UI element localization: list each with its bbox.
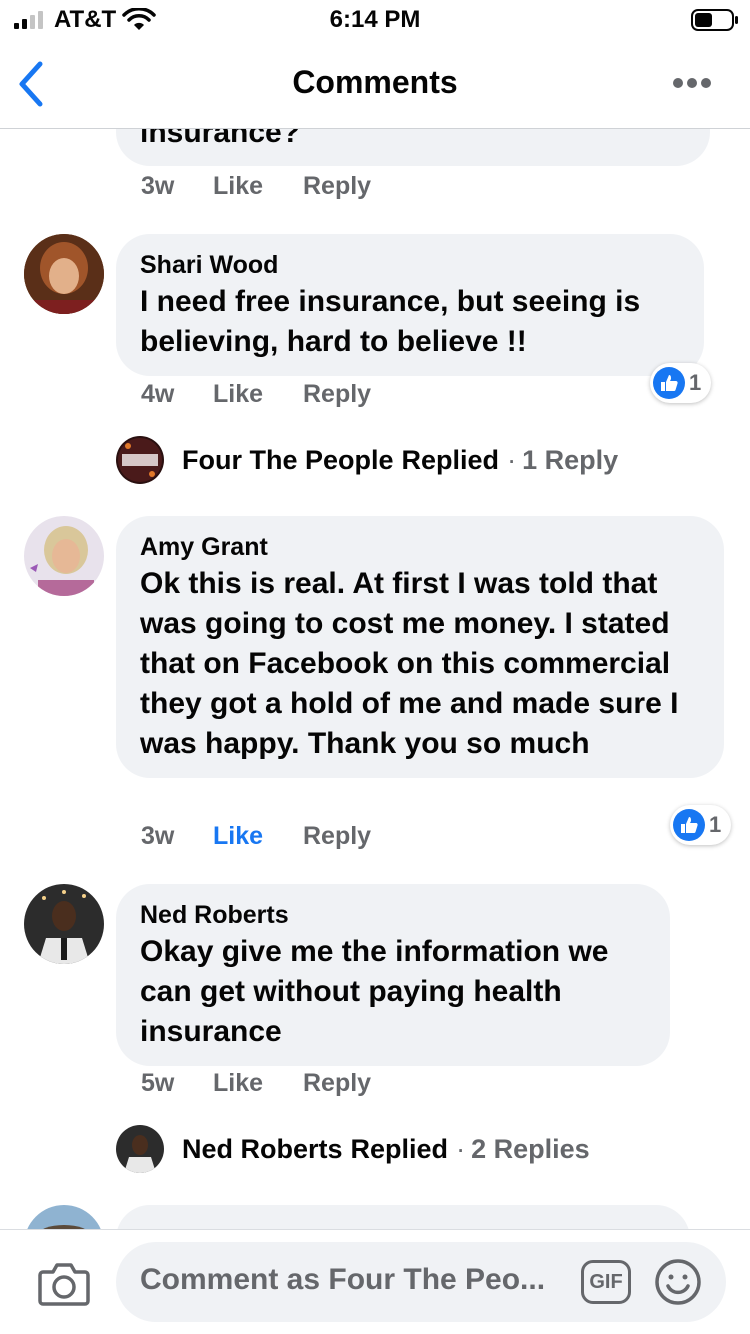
comment-actions: 3w Like Reply: [141, 172, 441, 204]
like-reaction-icon: [673, 809, 705, 841]
battery-icon: [691, 9, 738, 31]
more-options-icon[interactable]: [672, 76, 712, 90]
avatar[interactable]: [24, 234, 104, 314]
status-time: 6:14 PM: [329, 6, 421, 33]
page-avatar: [116, 436, 164, 484]
page-title: Comments: [292, 64, 458, 100]
emoji-icon[interactable]: [654, 1258, 702, 1306]
comment-input[interactable]: Comment as Four The Peo... GIF: [116, 1242, 726, 1322]
camera-icon[interactable]: [38, 1260, 90, 1306]
reaction-number: 1: [689, 370, 702, 395]
replier-avatar: [116, 1125, 164, 1173]
navigation-bar: Comments: [0, 40, 750, 129]
status-bar: AT&T 6:14 PM: [0, 0, 750, 40]
comment-bubble[interactable]: Amy Grant Ok this is real. At first I wa…: [116, 516, 724, 778]
commenter-name[interactable]: Ned Roberts: [140, 898, 646, 932]
gif-button[interactable]: GIF: [581, 1260, 631, 1304]
comment-age: 3w: [141, 172, 175, 200]
commenter-name[interactable]: Amy Grant: [140, 530, 700, 564]
replied-label: Replied: [350, 1133, 449, 1164]
comment-text: I need free insurance, but seeing is bel…: [140, 285, 641, 358]
replier-name: Ned Roberts: [182, 1133, 343, 1164]
profile-photo: [24, 884, 104, 964]
replier-name: Four The People: [182, 444, 394, 475]
replies-summary[interactable]: Four The People Replied · 1 Reply: [116, 435, 618, 485]
replied-label: Replied: [401, 444, 500, 475]
avatar[interactable]: [24, 1205, 104, 1229]
like-button[interactable]: Like: [213, 380, 263, 409]
reaction-count[interactable]: 1: [650, 363, 712, 403]
avatar[interactable]: [24, 516, 104, 596]
profile-photo: [24, 1205, 104, 1229]
comment-text: Okay give me the information we can get …: [140, 935, 609, 1048]
like-button[interactable]: Like: [213, 1069, 263, 1098]
reaction-count[interactable]: 1: [670, 805, 732, 845]
comment-age: 5w: [141, 1069, 175, 1097]
reply-button[interactable]: Reply: [303, 822, 371, 851]
profile-photo: [24, 516, 104, 596]
like-button[interactable]: Like: [213, 172, 263, 201]
comment-actions: 3w Like Reply: [141, 822, 441, 854]
reply-button[interactable]: Reply: [303, 1069, 371, 1098]
comment-placeholder: Comment as Four The Peo...: [140, 1263, 546, 1296]
like-button-active[interactable]: Like: [213, 822, 263, 851]
comment-age: 4w: [141, 380, 175, 408]
comment-list[interactable]: insurance? 3w Like Reply Shari Wood I ne…: [0, 129, 750, 1229]
comment-bubble[interactable]: Ned Roberts Okay give me the information…: [116, 884, 670, 1066]
like-reaction-icon: [653, 367, 685, 399]
reply-button[interactable]: Reply: [303, 380, 371, 409]
comment-bubble[interactable]: Shari Wood I need free insurance, but se…: [116, 234, 704, 376]
comment-text: Ok this is real. At first I was told tha…: [140, 567, 679, 760]
reply-count: 1 Reply: [522, 444, 619, 475]
separator: ·: [507, 444, 517, 475]
comment-composer: Comment as Four The Peo... GIF: [0, 1229, 750, 1334]
reply-button[interactable]: Reply: [303, 172, 371, 201]
comment-actions: 5w Like Reply: [141, 1069, 441, 1101]
comment-age: 3w: [141, 822, 175, 850]
commenter-name[interactable]: Shari Wood: [140, 248, 680, 282]
separator: ·: [456, 1133, 466, 1164]
reaction-number: 1: [709, 812, 722, 837]
comment-actions: 4w Like Reply: [141, 380, 441, 412]
comment-bubble[interactable]: insurance?: [116, 129, 710, 166]
replies-summary[interactable]: Ned Roberts Replied · 2 Replies: [116, 1124, 590, 1174]
reply-count: 2 Replies: [471, 1133, 590, 1164]
avatar[interactable]: [24, 884, 104, 964]
comment-bubble[interactable]: [116, 1205, 690, 1229]
comment-text: insurance?: [140, 129, 301, 149]
profile-photo: [24, 234, 104, 314]
